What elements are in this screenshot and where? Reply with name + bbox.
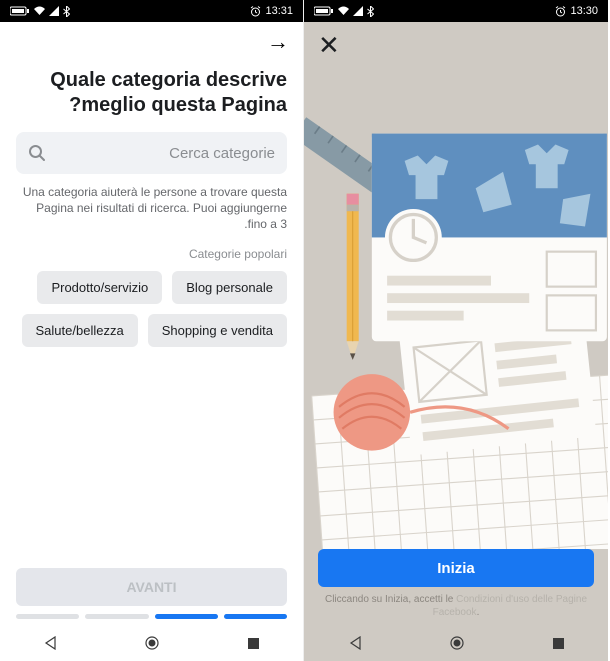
battery-icon bbox=[314, 6, 334, 16]
battery-icon bbox=[10, 6, 30, 16]
clock-text: 13:31 bbox=[265, 5, 293, 17]
category-chips: Blog personale Prodotto/servizio Shoppin… bbox=[16, 271, 287, 347]
progress-seg-1 bbox=[224, 614, 287, 619]
status-time: 13:30 bbox=[555, 5, 598, 17]
next-button[interactable]: AVANTI bbox=[16, 568, 287, 606]
search-input-container[interactable] bbox=[16, 132, 287, 174]
wifi-icon bbox=[338, 6, 349, 16]
left-phone-screen: 13:31 → Quale categoria descrive meglio … bbox=[0, 0, 304, 661]
android-nav-bar bbox=[0, 625, 303, 661]
progress-seg-2 bbox=[155, 614, 218, 619]
clock-text: 13:30 bbox=[570, 5, 598, 17]
wifi-icon bbox=[34, 6, 45, 16]
close-icon[interactable]: ✕ bbox=[318, 32, 340, 58]
start-button[interactable]: Inizia bbox=[318, 549, 594, 587]
search-icon bbox=[28, 144, 46, 162]
content-area: Quale categoria descrive meglio questa P… bbox=[0, 62, 303, 625]
chip-blog-personale[interactable]: Blog personale bbox=[172, 271, 287, 304]
chip-prodotto-servizio[interactable]: Prodotto/servizio bbox=[37, 271, 162, 304]
search-input[interactable] bbox=[54, 145, 275, 162]
signal-icon bbox=[353, 6, 363, 16]
forward-arrow-icon[interactable]: → bbox=[267, 29, 289, 55]
nav-recent-icon[interactable] bbox=[247, 637, 260, 650]
illustration-svg bbox=[304, 68, 608, 549]
popular-categories-label: Categorie popolari bbox=[16, 247, 287, 261]
progress-seg-3 bbox=[85, 614, 148, 619]
bluetooth-icon bbox=[63, 6, 70, 17]
close-bar: ✕ bbox=[304, 22, 608, 68]
nav-recent-icon[interactable] bbox=[552, 637, 565, 650]
terms-link[interactable]: Condizioni d'uso delle Pagine Facebook bbox=[433, 594, 587, 618]
terms-suffix: . bbox=[477, 607, 480, 618]
status-bar: 13:31 bbox=[0, 0, 303, 22]
nav-home-icon[interactable] bbox=[449, 635, 465, 651]
progress-bar bbox=[16, 614, 287, 619]
right-phone-screen: 13:30 ✕ bbox=[304, 0, 608, 661]
chip-salute-bellezza[interactable]: Salute/bellezza bbox=[22, 314, 138, 347]
bluetooth-icon bbox=[367, 6, 374, 17]
alarm-icon bbox=[250, 6, 261, 17]
helper-text: Una categoria aiuterà le persone a trova… bbox=[16, 184, 287, 233]
bottom-controls: Inizia Cliccando su Inizia, accetti le C… bbox=[304, 549, 608, 625]
onboarding-illustration bbox=[304, 68, 608, 549]
status-icons-left bbox=[314, 6, 374, 17]
status-time: 13:31 bbox=[250, 5, 293, 17]
signal-icon bbox=[49, 6, 59, 16]
top-bar: → bbox=[0, 22, 303, 62]
alarm-icon bbox=[555, 6, 566, 17]
nav-home-icon[interactable] bbox=[144, 635, 160, 651]
status-icons-left bbox=[10, 6, 70, 17]
nav-back-icon[interactable] bbox=[43, 636, 57, 650]
status-bar: 13:30 bbox=[304, 0, 608, 22]
page-heading: Quale categoria descrive meglio questa P… bbox=[16, 68, 287, 118]
chip-shopping-vendita[interactable]: Shopping e vendita bbox=[148, 314, 287, 347]
android-nav-bar bbox=[304, 625, 608, 661]
bottom-controls: AVANTI bbox=[16, 568, 287, 625]
terms-text: Cliccando su Inizia, accetti le Condizio… bbox=[318, 593, 594, 619]
terms-prefix: Cliccando su Inizia, accetti le bbox=[325, 594, 456, 605]
progress-seg-4 bbox=[16, 614, 79, 619]
nav-back-icon[interactable] bbox=[348, 636, 362, 650]
